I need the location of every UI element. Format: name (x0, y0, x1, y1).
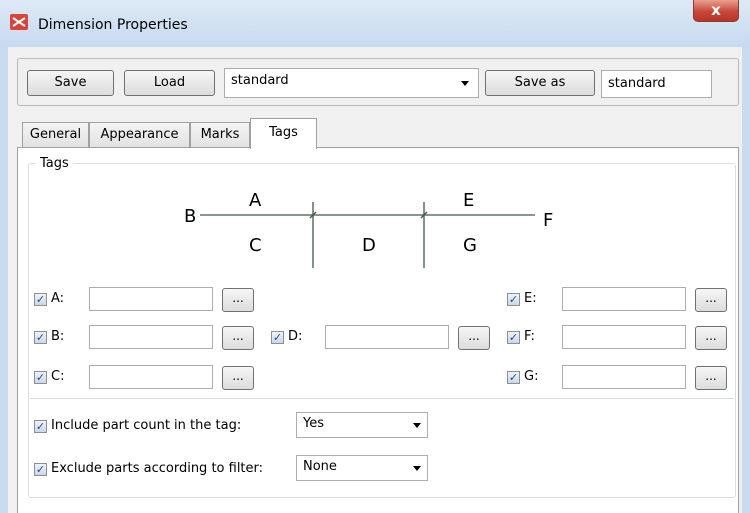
tag-a-label: A: (51, 291, 65, 306)
tag-f-input[interactable] (562, 325, 686, 349)
tag-d-label: D: (288, 329, 303, 344)
options-separator (30, 398, 734, 399)
tag-f-label: F: (524, 329, 535, 344)
tag-e-checkbox[interactable]: ✓ (507, 293, 520, 306)
close-icon: x (711, 1, 721, 19)
tag-b-label: B: (51, 329, 65, 344)
checkmark-icon: ✓ (508, 293, 519, 306)
tab-marks[interactable]: Marks (190, 122, 250, 147)
tag-e-browse-button[interactable]: ... (695, 288, 727, 312)
checkmark-icon: ✓ (508, 331, 519, 344)
tag-c-checkbox[interactable]: ✓ (34, 371, 47, 384)
save-button[interactable]: Save (27, 70, 114, 96)
preset-select[interactable]: standard (224, 68, 479, 98)
checkmark-icon: ✓ (35, 371, 46, 384)
tag-b-browse-button[interactable]: ... (222, 326, 254, 350)
tag-g-browse-button[interactable]: ... (695, 366, 727, 390)
exclude-parts-checkbox[interactable]: ✓ (34, 463, 47, 476)
chevron-down-icon (413, 466, 421, 471)
tag-position-diagram: B A C D E F G (184, 190, 553, 268)
exclude-parts-value: None (303, 459, 337, 474)
diagram-label-f: F (543, 210, 553, 231)
tag-f-browse-button[interactable]: ... (695, 326, 727, 350)
include-part-count-select[interactable]: Yes (296, 412, 428, 438)
exclude-parts-select[interactable]: None (296, 455, 428, 481)
window-title: Dimension Properties (38, 17, 188, 33)
checkmark-icon: ✓ (272, 331, 283, 344)
diagram-label-e: E (463, 190, 474, 211)
tag-g-input[interactable] (562, 365, 686, 389)
tags-groupbox-title: Tags (36, 156, 73, 171)
diagram-label-c: C (249, 235, 262, 256)
tag-b-checkbox[interactable]: ✓ (34, 331, 47, 344)
load-button[interactable]: Load (124, 70, 215, 96)
tag-c-input[interactable] (89, 365, 213, 389)
tag-a-browse-button[interactable]: ... (222, 288, 254, 312)
save-as-name-input[interactable]: standard (601, 70, 712, 98)
exclude-parts-label: Exclude parts according to filter: (51, 461, 264, 476)
tag-e-input[interactable] (562, 287, 686, 311)
tag-b-input[interactable] (89, 325, 213, 349)
window-frame-right (742, 47, 750, 513)
preset-select-value: standard (231, 73, 289, 88)
diagram-label-a: A (249, 190, 262, 211)
tag-c-browse-button[interactable]: ... (222, 366, 254, 390)
tag-d-browse-button[interactable]: ... (458, 326, 490, 350)
tab-tags[interactable]: Tags (250, 118, 317, 149)
checkmark-icon: ✓ (35, 293, 46, 306)
checkmark-icon: ✓ (35, 331, 46, 344)
close-button[interactable]: x (693, 0, 739, 22)
checkmark-icon: ✓ (35, 420, 46, 433)
tag-a-checkbox[interactable]: ✓ (34, 293, 47, 306)
checkmark-icon: ✓ (35, 463, 46, 476)
include-part-count-label: Include part count in the tag: (51, 418, 242, 433)
diagram-label-g: G (463, 235, 477, 256)
save-as-button[interactable]: Save as (485, 70, 595, 96)
tab-appearance[interactable]: Appearance (89, 122, 190, 147)
tag-g-checkbox[interactable]: ✓ (507, 371, 520, 384)
include-part-count-checkbox[interactable]: ✓ (34, 420, 47, 433)
chevron-down-icon (413, 423, 421, 428)
tag-c-label: C: (51, 369, 65, 384)
app-icon (10, 14, 28, 30)
tab-general[interactable]: General (22, 122, 89, 147)
tag-f-checkbox[interactable]: ✓ (507, 331, 520, 344)
tag-d-checkbox[interactable]: ✓ (271, 331, 284, 344)
tag-d-input[interactable] (325, 325, 449, 349)
tag-g-label: G: (524, 369, 539, 384)
window-frame-left (0, 47, 8, 513)
tag-a-input[interactable] (89, 287, 213, 311)
tag-e-label: E: (524, 291, 537, 306)
diagram-label-d: D (362, 235, 376, 256)
diagram-label-b: B (184, 206, 196, 227)
chevron-down-icon (461, 81, 469, 86)
include-part-count-value: Yes (303, 416, 324, 431)
checkmark-icon: ✓ (508, 371, 519, 384)
